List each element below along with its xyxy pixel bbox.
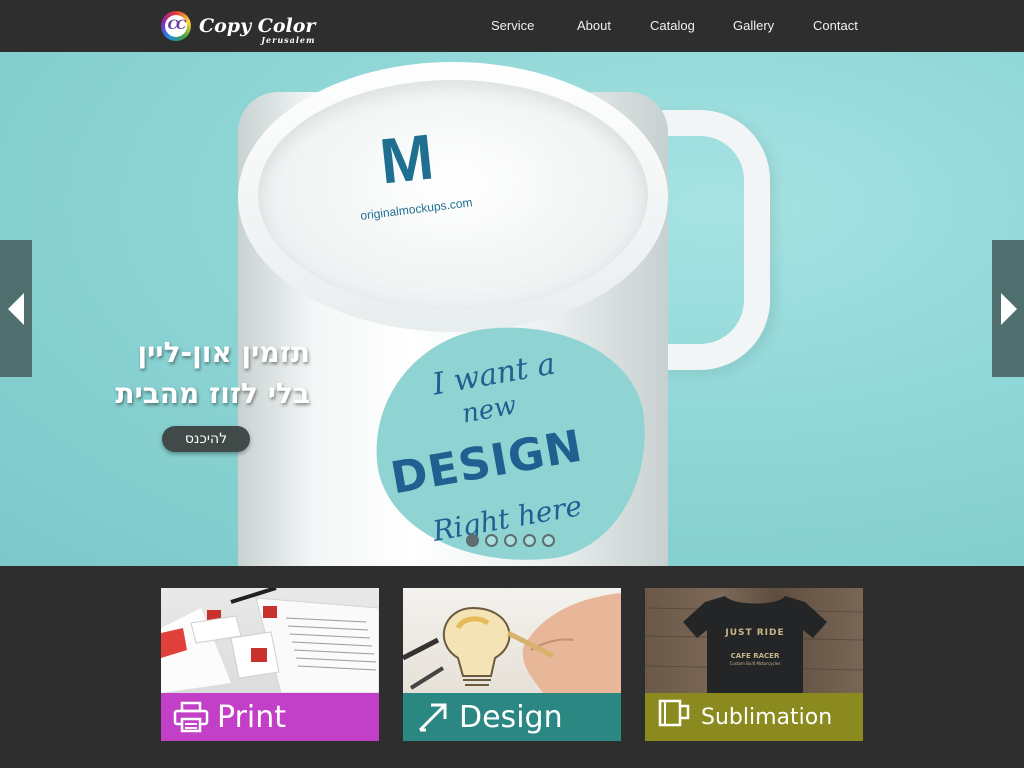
nav-catalog[interactable]: Catalog [650, 18, 695, 33]
tshirt-text-line3: Custom Built Motorcycles [729, 661, 781, 666]
tile-label-sublimation: Sublimation [701, 704, 833, 730]
mockup-logo: M [376, 120, 437, 198]
main-nav: Service About Catalog Gallery Contact [0, 0, 1024, 52]
slider-dot-4[interactable] [523, 534, 536, 547]
printer-icon [173, 701, 209, 733]
logo-mark-text: CC [167, 18, 187, 33]
hero-slider: M originalmockups.com I want a new DESIG… [0, 52, 1024, 566]
service-tile-sublimation[interactable]: JUST RIDE CAFE RACER Custom Built Motorc… [645, 588, 863, 741]
nav-about[interactable]: About [577, 18, 611, 33]
slider-dot-2[interactable] [485, 534, 498, 547]
service-tile-design[interactable]: Design [403, 588, 621, 741]
slider-dot-1[interactable] [466, 534, 479, 547]
slider-prev-button[interactable] [0, 240, 32, 377]
arrow-left-icon [8, 293, 24, 325]
tile-label-print: Print [217, 699, 287, 735]
hero-headline-line2: בלי לזוז מהבית [115, 377, 310, 410]
service-tile-print[interactable]: Print [161, 588, 379, 741]
tshirt-image: JUST RIDE CAFE RACER Custom Built Motorc… [645, 588, 863, 693]
pen-arrow-icon [418, 703, 447, 732]
hero-headline-line1: תזמין און-ליין [137, 336, 310, 369]
print-stationery-image [161, 588, 379, 694]
enter-button[interactable]: להיכנס [162, 426, 250, 452]
site-header: CC Copy Color Jerusalem Service About Ca… [0, 0, 1024, 52]
tshirt-text-line1: JUST RIDE [725, 628, 785, 638]
arrow-right-icon [1001, 293, 1017, 325]
design-sketch-image [403, 588, 621, 693]
mug-icon [658, 699, 690, 727]
nav-gallery[interactable]: Gallery [733, 18, 774, 33]
slider-dots [466, 534, 555, 547]
tshirt-text-line2: CAFE RACER [730, 652, 780, 660]
slider-dot-3[interactable] [504, 534, 517, 547]
tile-label-design: Design [459, 699, 563, 735]
slider-next-button[interactable] [992, 240, 1024, 377]
nav-service[interactable]: Service [491, 18, 534, 33]
slider-dot-5[interactable] [542, 534, 555, 547]
nav-contact[interactable]: Contact [813, 18, 858, 33]
logo-mark-icon: CC [161, 11, 191, 41]
